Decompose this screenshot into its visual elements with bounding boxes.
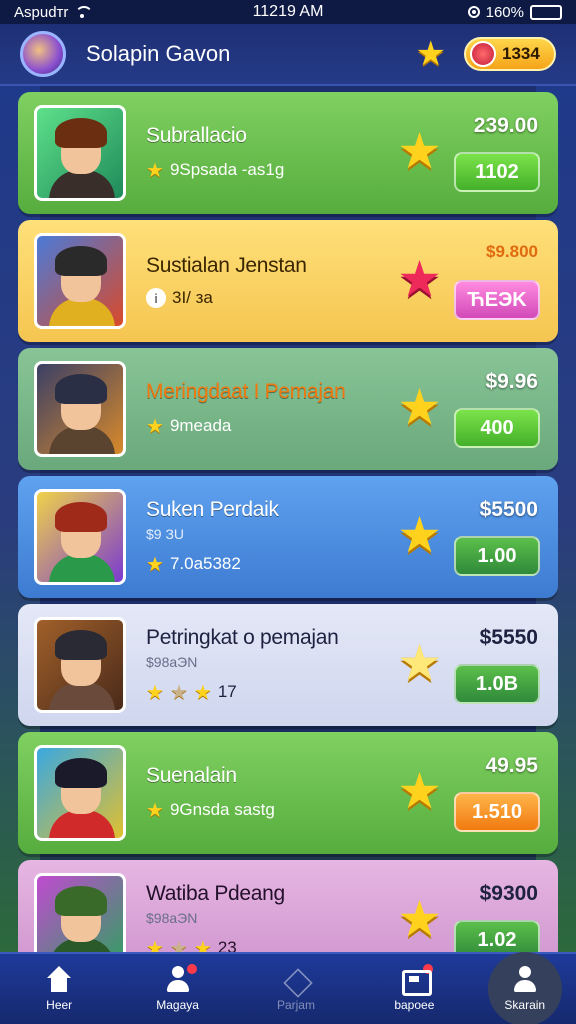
game-price: 239.00 xyxy=(473,114,538,137)
favorite-star-icon[interactable]: ★ xyxy=(397,510,442,560)
coin-balance: 1334 xyxy=(502,44,540,63)
buy-button[interactable]: 1.0B xyxy=(454,664,540,704)
game-price: $5550 xyxy=(479,626,538,649)
status-time: 11219 AM xyxy=(252,3,324,20)
profile-icon xyxy=(510,966,540,994)
game-card[interactable]: Suken Perdaik $9 ЗU ★ 7.0a5382 ★ $5500 1.… xyxy=(18,476,558,598)
battery-icon xyxy=(530,4,562,20)
avatar[interactable] xyxy=(20,31,66,77)
favorite-star-icon[interactable]: ★ xyxy=(397,766,442,816)
game-thumbnail xyxy=(34,745,126,841)
favorites-star-icon[interactable]: ★ xyxy=(416,34,446,74)
buy-button[interactable]: ЋEЭK xyxy=(454,280,540,320)
nav-inbox-label: bapoee xyxy=(394,998,435,1012)
nav-profile-label: Skarain xyxy=(504,998,546,1012)
game-thumbnail xyxy=(34,617,126,713)
location-icon xyxy=(467,6,480,18)
nav-home-label: Heer xyxy=(46,998,73,1012)
game-price: $9.96 xyxy=(485,370,538,393)
game-card[interactable]: Petringkat o pemajan $98aЭN ★ ★ ★ 17 ★ $… xyxy=(18,604,558,726)
home-icon xyxy=(44,966,74,994)
game-title: Suenalain xyxy=(146,763,237,787)
star-icon: ★ xyxy=(146,553,164,576)
star-icon: ★ xyxy=(146,799,164,822)
game-price: $9300 xyxy=(479,882,538,905)
coin-balance-button[interactable]: 1334 xyxy=(464,37,556,71)
nav-profile[interactable]: Skarain xyxy=(487,952,562,1024)
game-price: $5500 xyxy=(479,498,538,521)
game-title: Meringdaat I Pemajan xyxy=(146,379,346,403)
coin-icon xyxy=(470,41,496,67)
nav-packs-label: Parjam xyxy=(276,998,315,1012)
game-meta: 3I/ зa xyxy=(172,288,213,307)
favorite-star-icon[interactable]: ★ xyxy=(397,894,442,944)
game-list: Subrallacio ★ 9Spsada -as1g ★ 239.00 1102… xyxy=(18,92,558,988)
inbox-icon xyxy=(399,966,433,996)
star-icon: ★ xyxy=(169,681,188,704)
game-price: 49.95 xyxy=(485,754,538,777)
game-meta: 9Gnsda sastg xyxy=(169,800,275,819)
bottom-nav: Heer Magaya Parjam bapoee Skarain xyxy=(0,952,576,1024)
star-icon: ★ xyxy=(193,681,212,704)
game-price: $9.800 xyxy=(486,242,538,261)
game-thumbnail xyxy=(34,489,126,585)
favorite-star-icon[interactable]: ★ xyxy=(397,638,442,688)
game-card[interactable]: Subrallacio ★ 9Spsada -as1g ★ 239.00 1102 xyxy=(18,92,558,214)
star-icon: ★ xyxy=(146,415,164,438)
carrier-label: Aspudтr xyxy=(14,3,69,21)
game-meta: 9Spsada -as1g xyxy=(169,160,285,179)
buy-button[interactable]: 400 xyxy=(454,408,540,448)
app-header: Solapin Gavon ★ 1334 xyxy=(0,24,576,86)
nav-inbox[interactable]: bapoee xyxy=(369,964,459,1012)
wifi-icon xyxy=(74,6,94,18)
star-icon: ★ xyxy=(146,159,164,182)
game-thumbnail xyxy=(34,361,126,457)
buy-button[interactable]: 1.510 xyxy=(454,792,540,832)
battery-percent: 160% xyxy=(485,3,524,21)
buy-button[interactable]: 1102 xyxy=(454,152,540,192)
favorite-star-icon[interactable]: ★ xyxy=(397,382,442,432)
nav-players[interactable]: Magaya xyxy=(133,964,223,1012)
box-icon xyxy=(281,966,311,994)
person-icon xyxy=(163,966,193,994)
status-bar: Aspudтr 11219 AM 160% xyxy=(0,0,576,24)
game-meta: 9meada xyxy=(169,416,232,435)
nav-packs[interactable]: Parjam xyxy=(251,966,341,1012)
info-icon: i xyxy=(146,288,166,308)
game-title: Sustialan Jenstan xyxy=(146,254,307,277)
game-thumbnail xyxy=(34,105,126,201)
buy-button[interactable]: 1.00 xyxy=(454,536,540,576)
game-meta: 17 xyxy=(217,682,237,701)
favorite-star-icon[interactable]: ★ xyxy=(397,126,442,176)
nav-players-label: Magaya xyxy=(156,998,199,1012)
nav-home[interactable]: Heer xyxy=(14,966,104,1012)
game-card[interactable]: Meringdaat I Pemajan ★ 9meada ★ $9.96 400 xyxy=(18,348,558,470)
page-title: Solapin Gavon xyxy=(86,41,231,66)
game-meta: 7.0a5382 xyxy=(169,554,241,573)
star-icon: ★ xyxy=(146,681,164,704)
game-thumbnail xyxy=(34,233,126,329)
game-card[interactable]: Suenalain ★ 9Gnsda sastg ★ 49.95 1.510 xyxy=(18,732,558,854)
game-card[interactable]: Sustialan Jenstan i 3I/ зa ★ $9.800 ЋEЭK xyxy=(18,220,558,342)
favorite-star-icon[interactable]: ★ xyxy=(397,254,442,304)
